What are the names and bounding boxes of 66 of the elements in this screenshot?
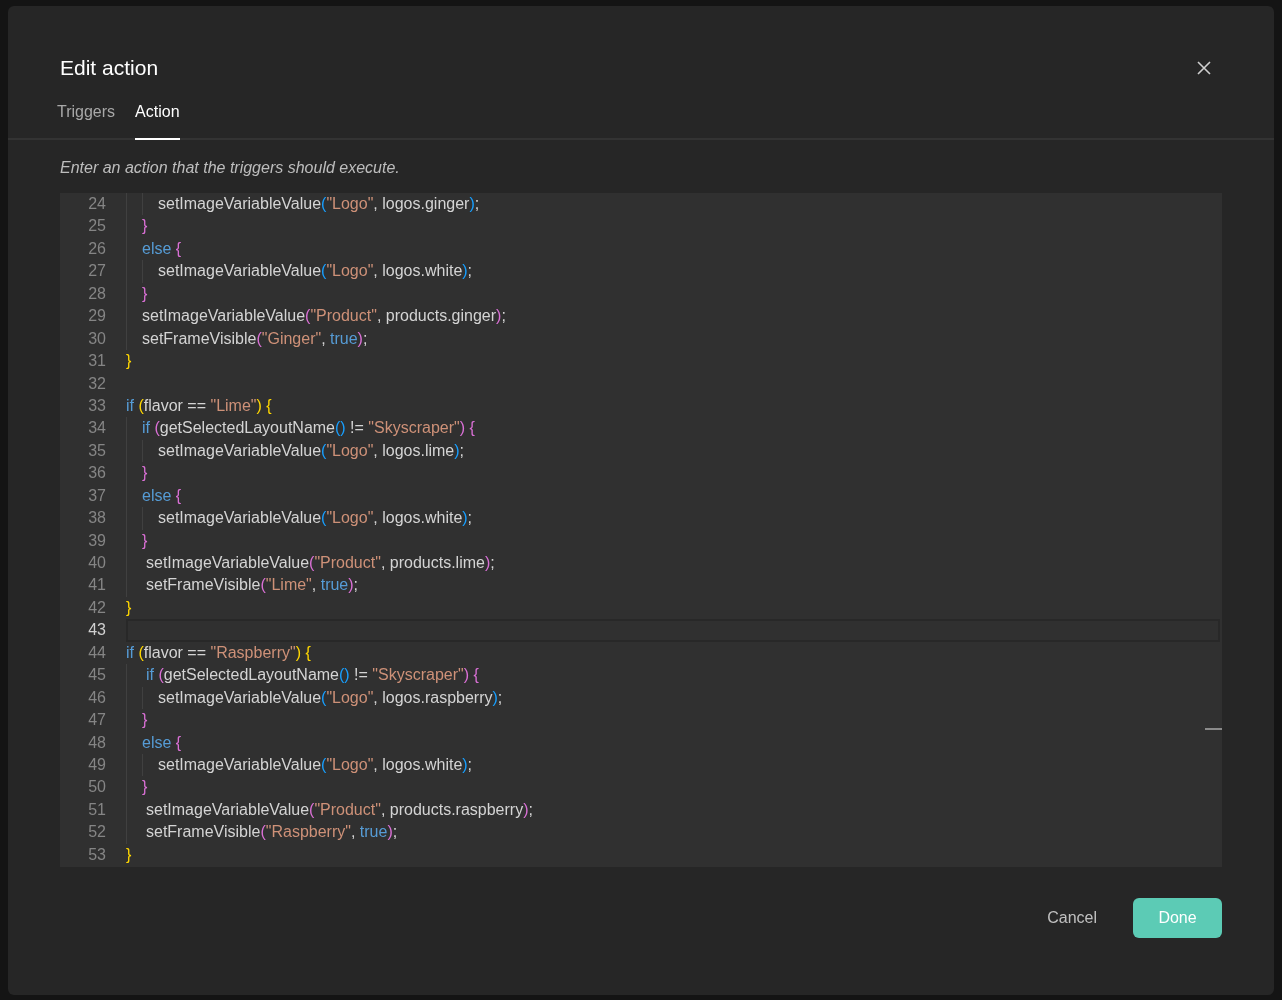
dialog-title: Edit action [60,56,159,80]
line-number: 24 [87,194,106,214]
line-number: 36 [87,463,106,484]
code-line: if (getSelectedLayoutName() != "Skyscraper") { [126,417,475,440]
code-line: if (getSelectedLayoutName() != "Skyscraper") { [126,664,479,687]
line-number: 27 [87,261,106,282]
code-line: } [126,351,132,372]
code-line: setImageVariableValue("Product", products.ginger); [126,305,506,328]
code-editor[interactable] [60,193,1222,867]
code-line: } [126,462,148,485]
code-line: } [126,529,148,552]
code-line: if (flavor == "Raspberry") { [126,642,311,663]
code-line: setImageVariableValue("Logo", logos.ginger); [126,193,480,216]
line-number: 37 [87,485,106,506]
line-number: 49 [87,754,106,775]
code-line: setImageVariableValue("Logo", logos.white); [126,507,473,530]
code-line: setImageVariableValue("Product", products.lime); [126,552,495,575]
line-number: 32 [87,373,106,394]
line-number: 35 [87,440,106,461]
line-number: 38 [87,508,106,529]
line-number: 40 [87,553,106,573]
cancel-button[interactable]: Cancel [1047,906,1097,930]
line-number: 43 [87,620,106,641]
code-line: } [126,282,148,306]
line-number: 45 [87,665,106,686]
line-number: 42 [87,597,106,618]
close-icon[interactable] [1196,60,1212,76]
line-number: 25 [87,216,106,237]
line-number: 29 [87,306,106,327]
line-number: 53 [87,844,106,865]
line-number: 47 [87,710,106,731]
code-line: } [126,844,132,865]
code-line: else { [126,237,182,261]
line-number: 34 [87,418,106,439]
code-line: setFrameVisible("Raspberry", true); [126,821,398,844]
code-line: } [126,597,132,618]
code-line: else { [126,731,182,754]
code-line: setFrameVisible("Lime", true); [126,574,359,597]
code-line: } [126,709,148,732]
code-line: setImageVariableValue("Logo", logos.raspberry); [126,686,503,710]
line-number: 41 [87,575,106,596]
tab[interactable]: Triggers [57,100,116,140]
line-number: 39 [87,530,106,551]
code-line: } [126,215,148,238]
code-line: if (flavor == "Lime") { [126,395,272,416]
line-number: 52 [87,822,106,843]
scrollbar-thumb[interactable] [1205,728,1222,730]
code-line: setFrameVisible("Ginger", true); [126,327,368,351]
tab[interactable]: Action [135,100,180,140]
line-number: 28 [87,283,106,304]
hint-text: Enter an action that the triggers should execute. [59,158,401,178]
code-line: setImageVariableValue("Logo", logos.white); [126,260,473,283]
line-number: 44 [87,642,106,663]
line-number: 50 [87,777,106,798]
line-number: 26 [87,238,106,259]
line-number: 46 [87,687,106,708]
line-number: 31 [87,351,106,372]
code-line: } [126,776,148,799]
code-line: setImageVariableValue("Product", products.raspberry); [126,798,533,822]
code-line: setImageVariableValue("Logo", logos.white); [126,753,473,777]
line-number: 48 [87,732,106,753]
code-line: setImageVariableValue("Logo", logos.lime); [126,439,465,463]
code-line: else { [126,484,182,508]
line-number: 30 [87,328,106,349]
line-number: 51 [87,799,106,820]
line-number: 33 [87,395,106,416]
